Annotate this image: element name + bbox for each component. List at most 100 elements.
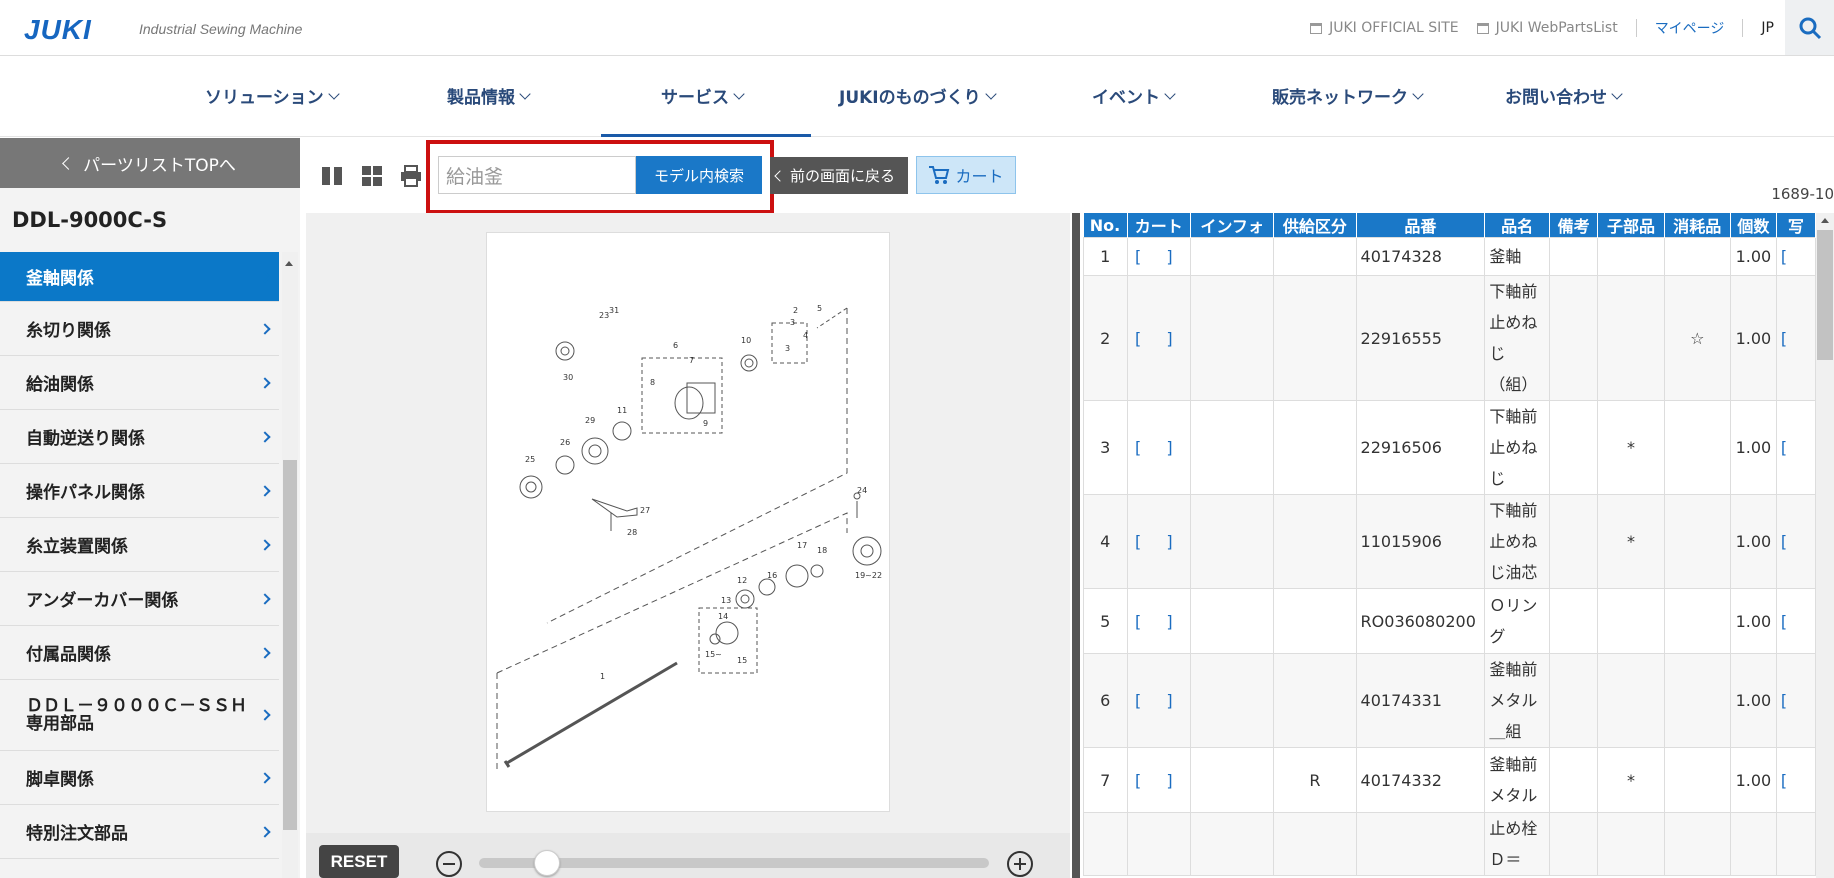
table-row: 7[ ] R 40174332 釜軸前メタル * 1.00[ — [1083, 747, 1816, 813]
category-item[interactable]: 釜軸関係 — [0, 252, 279, 302]
category-item[interactable]: 付属品関係 — [0, 626, 279, 680]
photo-link[interactable]: [ — [1775, 588, 1816, 654]
add-to-cart-link[interactable]: [ ] — [1126, 237, 1192, 276]
nav-sales-network[interactable]: 販売ネットワーク — [1272, 83, 1424, 108]
nav-products[interactable]: 製品情報 — [447, 83, 531, 108]
zoom-in-icon[interactable] — [1007, 851, 1033, 877]
row-number: 2 — [1083, 275, 1128, 401]
photo-link[interactable]: [ — [1775, 275, 1816, 401]
table-row: 止め栓Ｄ＝ — [1083, 812, 1816, 876]
col-header: 写 — [1776, 213, 1816, 238]
parts-diagram[interactable]: 23 31 30 6 7 8 9 10 11 29 26 25 27 28 25 343 24 1… — [486, 232, 890, 812]
mypage-link[interactable]: マイページ — [1655, 18, 1725, 38]
model-search-input[interactable] — [438, 156, 636, 194]
svg-text:14: 14 — [718, 612, 728, 621]
consumable — [1663, 812, 1731, 876]
col-header: 個数 — [1730, 213, 1777, 238]
add-to-cart-link[interactable]: [ ] — [1126, 494, 1192, 589]
reset-button[interactable]: RESET — [319, 845, 399, 878]
photo-link[interactable]: [ — [1775, 747, 1816, 813]
svg-text:25: 25 — [525, 455, 535, 464]
category-item[interactable]: 脚卓関係 — [0, 751, 279, 805]
remarks — [1548, 812, 1599, 876]
zoom-slider-handle[interactable] — [534, 850, 560, 876]
svg-text:26: 26 — [560, 438, 570, 447]
part-name: 釜軸前メタル — [1484, 747, 1550, 813]
cart-button[interactable]: カート — [916, 156, 1016, 194]
row-number: 5 — [1083, 588, 1128, 654]
chevron-right-icon — [259, 825, 271, 838]
photo-link[interactable]: [ — [1775, 237, 1816, 276]
row-number: 1 — [1083, 237, 1128, 276]
pane-splitter[interactable] — [1072, 213, 1080, 878]
add-to-cart-link[interactable]: [ ] — [1126, 400, 1192, 495]
model-search-button[interactable]: モデル内検索 — [636, 156, 762, 194]
svg-text:15: 15 — [737, 656, 747, 665]
scroll-up-icon[interactable] — [1821, 218, 1829, 223]
category-item[interactable]: 糸切り関係 — [0, 302, 279, 356]
svg-text:27: 27 — [640, 506, 650, 515]
sidebar-scroll-thumb[interactable] — [283, 460, 297, 830]
category-item[interactable]: 特別注文部品 — [0, 805, 279, 859]
single-view-icon[interactable] — [320, 164, 344, 188]
table-header: No. カート インフォ 供給区分 品番 品名 備考 子部品 消耗品 個数 写 — [1083, 213, 1816, 238]
category-item[interactable]: ＤＤＬ－９０００Ｃ－ＳＳＨ専用部品 — [0, 680, 279, 751]
search-icon — [1799, 17, 1821, 39]
row-number: 7 — [1083, 747, 1128, 813]
print-icon[interactable] — [399, 164, 423, 188]
parts-list-top-button[interactable]: パーツリストTOPへ — [0, 138, 300, 188]
site-search-button[interactable] — [1785, 0, 1834, 55]
svg-text:11: 11 — [617, 406, 627, 415]
add-to-cart-link[interactable]: [ ] — [1126, 747, 1192, 813]
photo-link[interactable]: [ — [1775, 494, 1816, 589]
language-switch[interactable]: JP — [1761, 20, 1774, 36]
chevron-down-icon — [984, 87, 997, 100]
table-row: 4[ ] 11015906 下軸前止めねじ油芯 * 1.00[ — [1083, 494, 1816, 589]
add-to-cart-link[interactable]: [ ] — [1126, 275, 1192, 401]
supply-class — [1273, 237, 1357, 276]
quantity: 1.00 — [1729, 400, 1777, 495]
nav-contact[interactable]: お問い合わせ — [1505, 83, 1623, 108]
supply-class: R — [1273, 747, 1357, 813]
chevron-right-icon — [259, 771, 271, 784]
table-row: 5[ ] RO036080200 Ｏリング 1.00[ — [1083, 588, 1816, 654]
svg-text:8: 8 — [650, 378, 655, 387]
nav-service[interactable]: サービス — [661, 83, 745, 108]
official-site-link[interactable]: JUKI OFFICIAL SITE — [1310, 20, 1459, 36]
add-to-cart-link[interactable]: [ ] — [1126, 588, 1192, 654]
parts-table: No. カート インフォ 供給区分 品番 品名 備考 子部品 消耗品 個数 写 … — [1083, 213, 1816, 878]
svg-text:3: 3 — [790, 318, 795, 327]
add-to-cart-link[interactable]: [ ] — [1126, 653, 1192, 748]
photo-link[interactable]: [ — [1775, 400, 1816, 495]
chevron-down-icon — [519, 87, 531, 100]
category-item[interactable]: 操作パネル関係 — [0, 464, 279, 518]
chevron-down-icon — [1412, 87, 1424, 100]
add-to-cart-link[interactable] — [1126, 812, 1192, 876]
part-number: 40174332 — [1355, 747, 1486, 813]
back-to-previous-button[interactable]: 前の画面に戻る — [770, 157, 908, 194]
nav-solutions[interactable]: ソリューション — [205, 83, 340, 108]
chevron-down-icon — [1164, 87, 1176, 100]
table-scroll-thumb[interactable] — [1817, 230, 1833, 360]
divider — [1635, 19, 1637, 37]
category-item[interactable]: 給油関係 — [0, 356, 279, 410]
nav-events[interactable]: イベント — [1092, 83, 1176, 108]
chevron-right-icon — [259, 484, 271, 497]
category-item[interactable]: 自動逆送り関係 — [0, 410, 279, 464]
grid-view-icon[interactable] — [360, 164, 384, 188]
svg-text:9: 9 — [703, 419, 708, 428]
photo-link[interactable]: [ — [1775, 653, 1816, 748]
remarks — [1548, 653, 1599, 748]
quantity: 1.00 — [1729, 653, 1777, 748]
juki-logo[interactable]: JUKI — [24, 14, 92, 46]
category-item[interactable]: アンダーカバー関係 — [0, 572, 279, 626]
nav-monozukuri[interactable]: JUKIのものづくり — [839, 83, 997, 108]
consumable — [1663, 653, 1731, 748]
category-item[interactable]: 糸立装置関係 — [0, 518, 279, 572]
part-number — [1355, 812, 1486, 876]
top-bar: JUKI Industrial Sewing Machine JUKI OFFI… — [0, 0, 1834, 56]
scroll-up-icon[interactable] — [285, 261, 293, 266]
zoom-out-icon[interactable] — [436, 851, 462, 877]
photo-link[interactable] — [1775, 812, 1816, 876]
webpartslist-link[interactable]: JUKI WebPartsList — [1476, 20, 1618, 36]
